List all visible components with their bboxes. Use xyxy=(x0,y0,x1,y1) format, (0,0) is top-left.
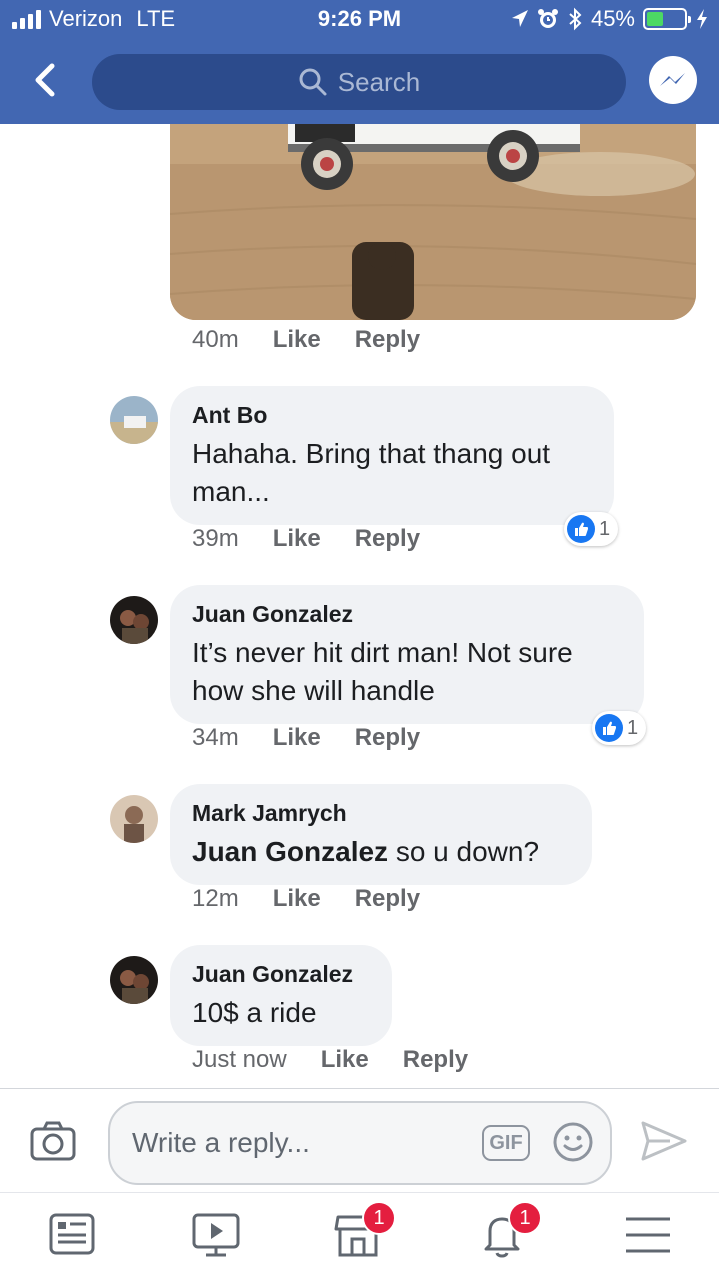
send-icon xyxy=(641,1121,687,1161)
charging-icon xyxy=(697,9,707,29)
reply-link[interactable]: Reply xyxy=(403,1046,468,1074)
comment-author[interactable]: Mark Jamrych xyxy=(192,800,570,827)
comment-text: Juan Gonzalez so u down? xyxy=(192,833,570,871)
comment-time: Just now xyxy=(192,1046,287,1073)
reaction-count: 1 xyxy=(599,517,611,540)
avatar-ant-bo-image xyxy=(110,396,158,444)
battery-icon xyxy=(643,8,691,30)
truck-photo-image xyxy=(170,124,696,320)
comment-author[interactable]: Ant Bo xyxy=(192,402,592,429)
bottom-tab-bar: 1 1 xyxy=(0,1192,719,1278)
comment-meta: 40m Like Reply xyxy=(192,326,420,354)
comment-meta: 39m Like Reply xyxy=(192,525,420,553)
send-button[interactable] xyxy=(640,1119,688,1163)
thumbs-up-icon xyxy=(567,515,595,543)
camera-button[interactable] xyxy=(30,1121,76,1161)
avatar-juan-gonzalez-image xyxy=(110,596,158,644)
status-right: 45% xyxy=(511,6,709,32)
avatar[interactable] xyxy=(110,596,158,644)
thumbs-up-icon xyxy=(595,714,623,742)
comment-author[interactable]: Juan Gonzalez xyxy=(192,601,622,628)
emoji-button[interactable] xyxy=(552,1121,594,1163)
reply-link[interactable]: Reply xyxy=(355,885,420,913)
like-link[interactable]: Like xyxy=(321,1046,369,1074)
like-link[interactable]: Like xyxy=(273,724,321,752)
reply-link[interactable]: Reply xyxy=(355,724,420,752)
bluetooth-icon xyxy=(569,7,582,31)
comment-text: Hahaha. Bring that thang out man... xyxy=(192,438,551,507)
tab-watch[interactable] xyxy=(188,1209,244,1261)
messenger-icon xyxy=(660,73,685,86)
reaction-count: 1 xyxy=(627,716,639,739)
avatar[interactable] xyxy=(110,396,158,444)
comment-time: 39m xyxy=(192,525,239,552)
alarm-icon xyxy=(537,9,558,28)
tab-notifications[interactable]: 1 xyxy=(474,1201,542,1261)
comment-meta: Just now Like Reply xyxy=(192,1046,468,1074)
comment-meta: 34m Like Reply xyxy=(192,724,420,752)
comment-bubble[interactable]: Juan Gonzalez It’s never hit dirt man! N… xyxy=(170,585,644,724)
tab-news-feed[interactable] xyxy=(44,1209,100,1261)
reply-link[interactable]: Reply xyxy=(355,326,420,354)
avatar-mark-jamrych-image xyxy=(110,795,158,843)
tab-menu[interactable] xyxy=(620,1209,676,1261)
search-placeholder: Search xyxy=(337,66,421,97)
smiley-icon xyxy=(553,1122,593,1162)
camera-icon xyxy=(30,1121,76,1161)
back-button[interactable] xyxy=(26,58,66,102)
comment-time: 34m xyxy=(192,724,239,751)
mention-link[interactable]: Juan Gonzalez xyxy=(192,836,388,867)
marketplace-badge: 1 xyxy=(362,1201,396,1235)
tab-marketplace[interactable]: 1 xyxy=(330,1201,396,1261)
reply-composer: Write a reply... GIF xyxy=(0,1088,719,1192)
back-icon xyxy=(35,63,55,97)
gif-button[interactable]: GIF xyxy=(482,1125,530,1161)
reply-input[interactable]: Write a reply... GIF xyxy=(108,1101,612,1185)
comment-time: 40m xyxy=(192,326,239,353)
comment-meta: 12m Like Reply xyxy=(192,885,420,913)
watch-icon xyxy=(192,1213,240,1257)
comment-text-body: so u down? xyxy=(388,836,540,867)
comment-author[interactable]: Juan Gonzalez xyxy=(192,961,370,988)
status-bar: Verizon LTE 9:26 PM 45% xyxy=(0,0,719,40)
avatar[interactable] xyxy=(110,956,158,1004)
menu-icon xyxy=(626,1217,670,1253)
comment-bubble[interactable]: Ant Bo Hahaha. Bring that thang out man.… xyxy=(170,386,614,525)
comment-bubble[interactable]: Juan Gonzalez 10$ a ride xyxy=(170,945,392,1046)
news-feed-icon xyxy=(49,1213,95,1255)
comment-photo[interactable] xyxy=(170,124,696,320)
search-input[interactable]: Search xyxy=(92,54,626,110)
reply-link[interactable]: Reply xyxy=(355,525,420,553)
comment-bubble[interactable]: Mark Jamrych Juan Gonzalez so u down? xyxy=(170,784,592,885)
top-nav-bar: Search xyxy=(0,40,719,124)
reaction-badge[interactable]: 1 xyxy=(592,711,647,745)
notifications-badge: 1 xyxy=(508,1201,542,1235)
reaction-badge[interactable]: 1 xyxy=(564,512,619,546)
like-link[interactable]: Like xyxy=(273,885,321,913)
comment-text: 10$ a ride xyxy=(192,997,317,1028)
like-link[interactable]: Like xyxy=(273,326,321,354)
messenger-button[interactable] xyxy=(649,56,697,104)
search-icon xyxy=(299,68,327,96)
comment-time: 12m xyxy=(192,885,239,912)
comment-text: It’s never hit dirt man! Not sure how sh… xyxy=(192,637,573,706)
avatar[interactable] xyxy=(110,795,158,843)
location-icon xyxy=(511,10,528,27)
battery-percent: 45% xyxy=(590,6,635,31)
like-link[interactable]: Like xyxy=(273,525,321,553)
reply-placeholder: Write a reply... xyxy=(132,1127,310,1158)
avatar-juan-gonzalez-image xyxy=(110,956,158,1004)
